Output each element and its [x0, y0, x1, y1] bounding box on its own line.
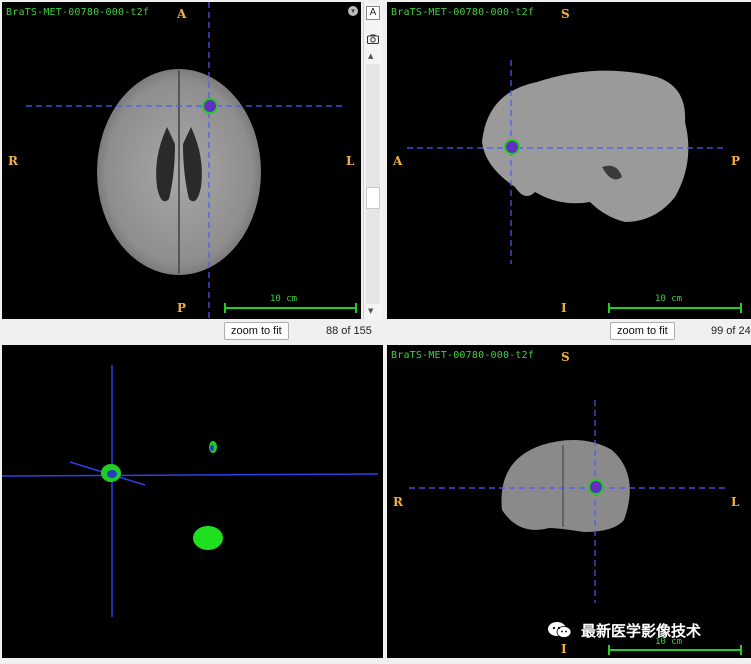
sagittal-orient-right: P	[731, 154, 741, 168]
sagittal-slice-count: 99 of 24	[711, 325, 751, 337]
render3d-axis-horizontal	[2, 473, 379, 477]
sagittal-orient-bottom: I	[561, 301, 567, 315]
sagittal-view[interactable]: BraTS-MET-00780-000-t2f S I A P 10 cm	[387, 2, 751, 319]
sagittal-scale-label: 10 cm	[655, 294, 683, 304]
coronal-canvas	[409, 400, 742, 655]
wechat-icon	[547, 620, 573, 640]
sagittal-toolbar: zoom to fit 99 of 24	[387, 319, 751, 343]
axial-lesion	[202, 98, 218, 114]
axial-orient-right: L	[346, 154, 355, 168]
camera-icon[interactable]	[367, 29, 379, 44]
coronal-orient-left: R	[393, 495, 403, 509]
render3d-view[interactable]	[2, 345, 383, 658]
axial-orient-top: A	[177, 7, 187, 21]
render3d-lesion-3	[193, 526, 223, 550]
axial-toolbar: zoom to fit 88 of 155	[2, 319, 381, 343]
axial-orient-left: R	[8, 154, 18, 168]
scroll-thumb[interactable]	[366, 187, 380, 209]
sagittal-zoom-to-fit-button[interactable]: zoom to fit	[610, 322, 675, 340]
scroll-down-arrow[interactable]: ▼	[368, 307, 373, 315]
coronal-lesion	[588, 479, 604, 495]
coronal-view[interactable]: BraTS-MET-00780-000-t2f S I R L 10 cm 最新…	[387, 345, 751, 658]
scroll-track[interactable]	[366, 64, 380, 304]
axial-orient-bottom: P	[177, 301, 187, 315]
scroll-up-arrow[interactable]: ▲	[368, 52, 373, 60]
sagittal-canvas	[407, 60, 742, 313]
axial-title: BraTS-MET-00780-000-t2f	[6, 7, 150, 18]
render3d-canvas	[2, 365, 379, 617]
coronal-title: BraTS-MET-00780-000-t2f	[391, 350, 535, 361]
sagittal-lesion	[504, 139, 520, 155]
render3d-toolbar	[2, 658, 383, 664]
axial-zoom-to-fit-button[interactable]: zoom to fit	[224, 322, 289, 340]
axial-scrollbar[interactable]: A ▲ ▼	[363, 2, 382, 319]
sagittal-title: BraTS-MET-00780-000-t2f	[391, 7, 535, 18]
coronal-toolbar	[387, 658, 751, 664]
axial-canvas	[26, 2, 357, 319]
collapse-icon[interactable]: ▾	[348, 6, 358, 16]
axial-scale-label: 10 cm	[270, 294, 298, 304]
watermark-text: 最新医学影像技术	[581, 622, 702, 640]
axial-slice-count: 88 of 155	[326, 325, 372, 337]
coronal-brain	[501, 440, 630, 532]
coronal-orient-top: S	[561, 350, 570, 364]
sagittal-orient-left: A	[393, 154, 403, 168]
coronal-orient-bottom: I	[561, 642, 567, 656]
coronal-orient-right: L	[731, 495, 740, 509]
sagittal-orient-top: S	[561, 7, 570, 21]
label-toggle-icon[interactable]: A	[366, 6, 380, 20]
axial-view[interactable]: BraTS-MET-00780-000-t2f A P R L 10 cm ▾	[2, 2, 361, 319]
